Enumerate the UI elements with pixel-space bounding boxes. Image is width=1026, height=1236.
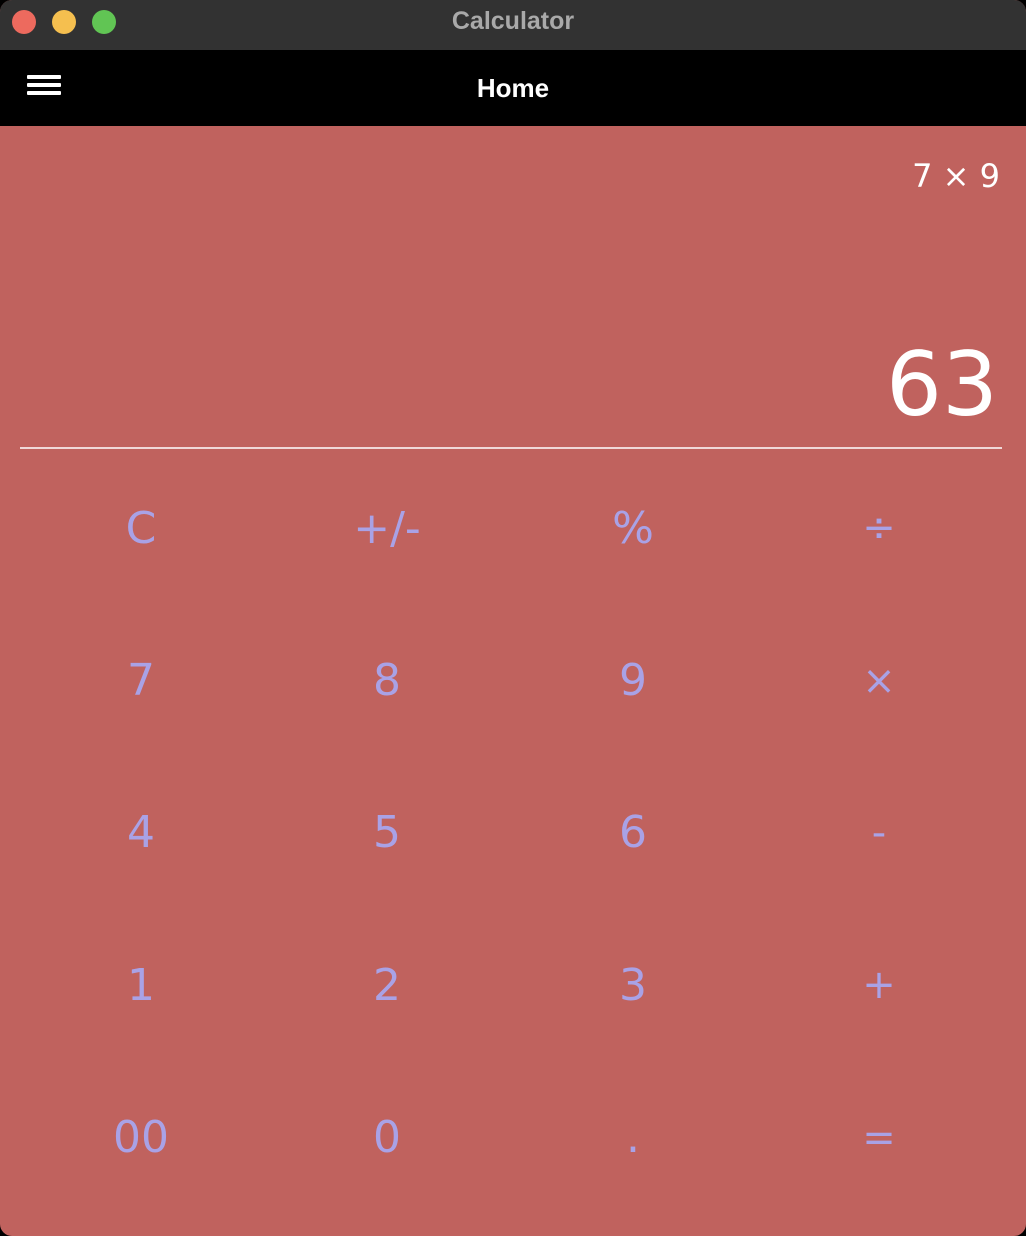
divide-button[interactable]: ÷ <box>756 452 1002 604</box>
window-title: Calculator <box>451 7 575 35</box>
calculator-window: Calculator Home 7 × 9 63 C +/- % ÷ 7 8 9… <box>0 0 1026 1236</box>
clear-button[interactable]: C <box>18 452 264 604</box>
digit-5-button[interactable]: 5 <box>264 757 510 909</box>
subtract-button[interactable]: - <box>756 757 1002 909</box>
display-divider <box>20 447 1002 449</box>
digit-6-button[interactable]: 6 <box>510 757 756 909</box>
digit-0-button[interactable]: 0 <box>264 1062 510 1214</box>
decimal-point-button[interactable]: . <box>510 1062 756 1214</box>
digit-1-button[interactable]: 1 <box>18 909 264 1061</box>
multiply-button[interactable]: × <box>756 604 1002 756</box>
digit-2-button[interactable]: 2 <box>264 909 510 1061</box>
toggle-sign-button[interactable]: +/- <box>264 452 510 604</box>
equals-button[interactable]: = <box>756 1062 1002 1214</box>
digit-7-button[interactable]: 7 <box>18 604 264 756</box>
keypad: C +/- % ÷ 7 8 9 × 4 5 6 - 1 2 3 + 00 0 .… <box>18 452 1002 1214</box>
digit-8-button[interactable]: 8 <box>264 604 510 756</box>
add-button[interactable]: + <box>756 909 1002 1061</box>
expression-display: 7 × 9 <box>912 157 1000 195</box>
title-bar: Calculator <box>0 0 1026 50</box>
double-zero-button[interactable]: 00 <box>18 1062 264 1214</box>
digit-3-button[interactable]: 3 <box>510 909 756 1061</box>
result-display: 63 <box>886 333 998 436</box>
app-bar: Home <box>0 50 1026 126</box>
page-title: Home <box>476 73 550 103</box>
digit-4-button[interactable]: 4 <box>18 757 264 909</box>
digit-9-button[interactable]: 9 <box>510 604 756 756</box>
percent-button[interactable]: % <box>510 452 756 604</box>
